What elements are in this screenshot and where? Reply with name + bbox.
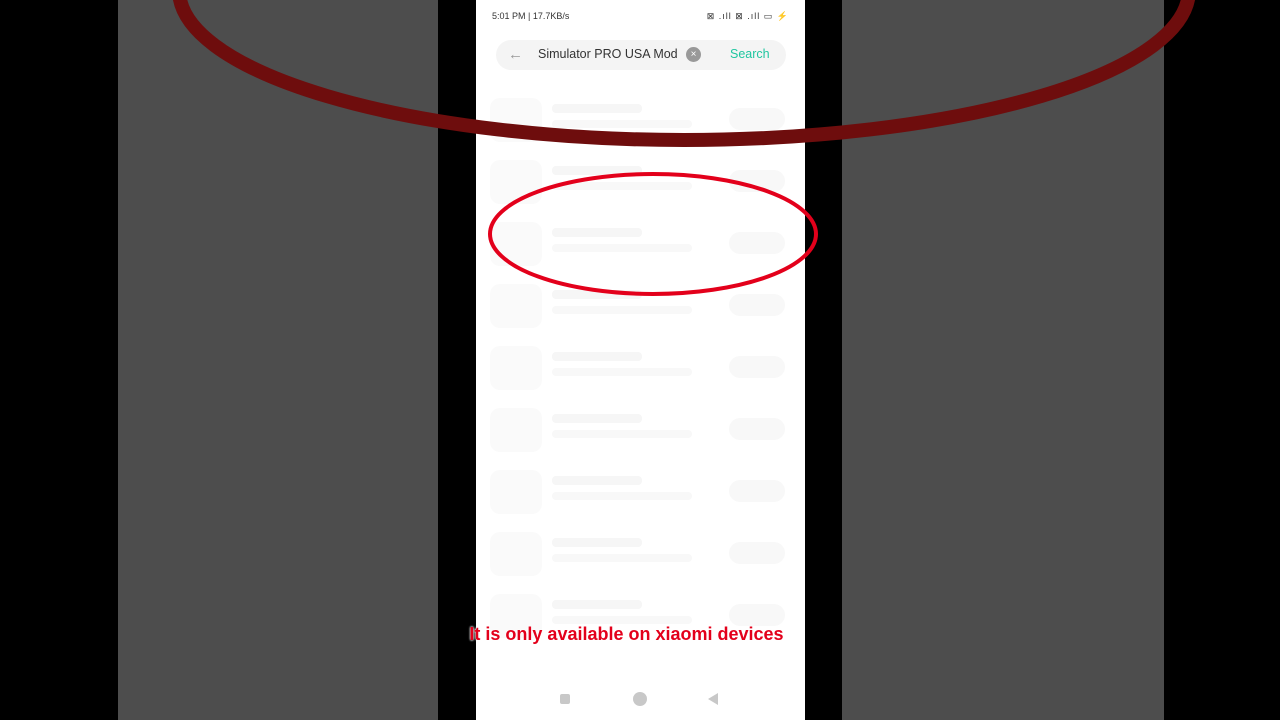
result-placeholder-row: [476, 462, 805, 524]
app-icon-placeholder: [490, 98, 542, 142]
subtitle-placeholder: [552, 182, 692, 190]
status-time: 5:01 PM | 17.7KB/s: [492, 11, 570, 21]
subtitle-placeholder: [552, 306, 692, 314]
back-triangle-icon[interactable]: [708, 693, 718, 705]
app-icon-placeholder: [490, 532, 542, 576]
result-placeholder-row: [476, 152, 805, 214]
install-button-placeholder: [729, 108, 785, 130]
subtitle-placeholder: [552, 554, 692, 562]
navigation-bar: [476, 680, 805, 720]
title-placeholder: [552, 166, 642, 175]
subtitle-placeholder: [552, 120, 692, 128]
title-placeholder: [552, 290, 642, 299]
install-button-placeholder: [729, 356, 785, 378]
result-placeholder-row: [476, 90, 805, 152]
install-button-placeholder: [729, 232, 785, 254]
search-input[interactable]: Simulator PRO USA Mod: [538, 47, 678, 61]
phone-screen: 5:01 PM | 17.7KB/s ⊠ .ıll ⊠ .ıll ▭ ⚡ ← S…: [476, 0, 805, 720]
subtitle-placeholder: [552, 368, 692, 376]
install-button-placeholder: [729, 604, 785, 626]
app-icon-placeholder: [490, 160, 542, 204]
arrow-left-icon[interactable]: ←: [508, 46, 523, 63]
result-placeholder-row: [476, 276, 805, 338]
install-button-placeholder: [729, 294, 785, 316]
search-button[interactable]: Search: [730, 47, 770, 61]
status-indicators: ⊠ .ıll ⊠ .ıll ▭ ⚡: [706, 11, 789, 21]
result-placeholder-row: [476, 524, 805, 586]
app-icon-placeholder: [490, 408, 542, 452]
result-placeholder-row: [476, 338, 805, 400]
title-placeholder: [552, 352, 642, 361]
app-icon-placeholder: [490, 470, 542, 514]
results-list: [476, 90, 805, 648]
black-bar-left: [438, 0, 476, 720]
subtitle-placeholder: [552, 492, 692, 500]
title-placeholder: [552, 228, 642, 237]
search-bar[interactable]: ← Simulator PRO USA Mod × Search: [496, 40, 786, 70]
app-icon-placeholder: [490, 284, 542, 328]
caption-text: It is only available on xiaomi devices: [469, 624, 784, 644]
subtitle-placeholder: [552, 244, 692, 252]
title-placeholder: [552, 538, 642, 547]
install-button-placeholder: [729, 170, 785, 192]
app-icon-placeholder: [490, 222, 542, 266]
subtitle-placeholder: [552, 430, 692, 438]
black-bar-right: [805, 0, 842, 720]
install-button-placeholder: [729, 480, 785, 502]
recent-apps-icon[interactable]: [560, 694, 570, 704]
result-placeholder-row: [476, 400, 805, 462]
install-button-placeholder: [729, 542, 785, 564]
status-bar: 5:01 PM | 17.7KB/s ⊠ .ıll ⊠ .ıll ▭ ⚡: [476, 0, 805, 32]
title-placeholder: [552, 600, 642, 609]
home-icon[interactable]: [633, 692, 647, 706]
subtitle-placeholder: [552, 616, 692, 624]
blurred-background-right: [842, 0, 1164, 720]
clear-circle-icon[interactable]: ×: [686, 47, 701, 62]
title-placeholder: [552, 476, 642, 485]
blurred-background-left: [118, 0, 438, 720]
result-placeholder-row: [476, 214, 805, 276]
app-icon-placeholder: [490, 346, 542, 390]
install-button-placeholder: [729, 418, 785, 440]
title-placeholder: [552, 414, 642, 423]
title-placeholder: [552, 104, 642, 113]
